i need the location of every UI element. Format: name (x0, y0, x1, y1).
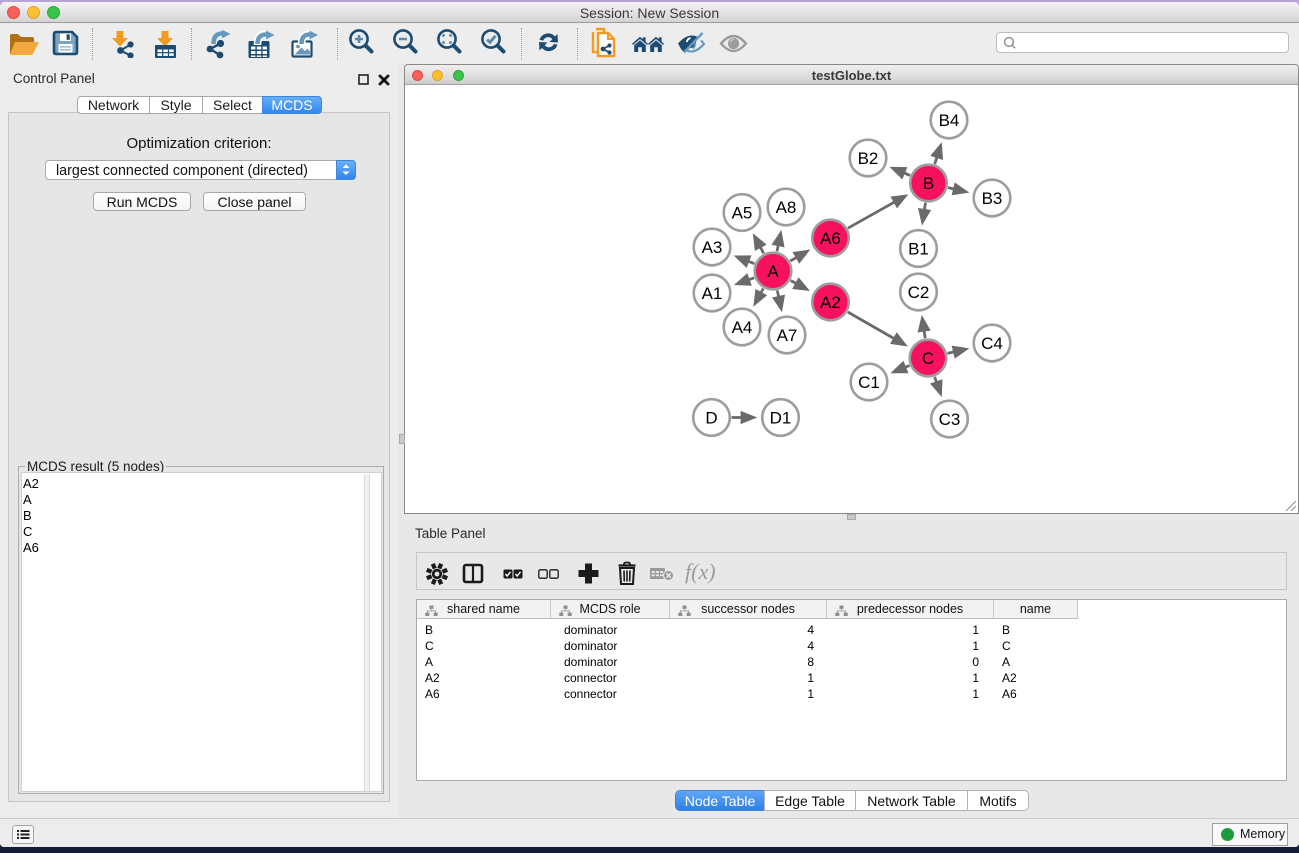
svg-text:A7: A7 (777, 326, 798, 345)
svg-text:A6: A6 (820, 229, 841, 248)
svg-text:A1: A1 (702, 284, 723, 303)
svg-text:A2: A2 (820, 293, 841, 312)
svg-text:C1: C1 (858, 373, 880, 392)
svg-text:C3: C3 (939, 410, 961, 429)
svg-text:D1: D1 (770, 409, 792, 428)
svg-text:A5: A5 (732, 204, 753, 223)
svg-text:B3: B3 (982, 189, 1003, 208)
svg-text:B: B (923, 174, 934, 193)
svg-text:A3: A3 (702, 238, 723, 257)
svg-text:C: C (922, 349, 934, 368)
svg-text:B4: B4 (939, 111, 960, 130)
svg-text:C2: C2 (908, 283, 930, 302)
svg-text:B2: B2 (858, 149, 879, 168)
svg-text:B1: B1 (908, 240, 929, 259)
svg-text:A4: A4 (732, 318, 753, 337)
svg-text:C4: C4 (981, 334, 1003, 353)
svg-text:D: D (705, 409, 717, 428)
svg-text:A: A (767, 262, 779, 281)
svg-text:A8: A8 (776, 198, 797, 217)
